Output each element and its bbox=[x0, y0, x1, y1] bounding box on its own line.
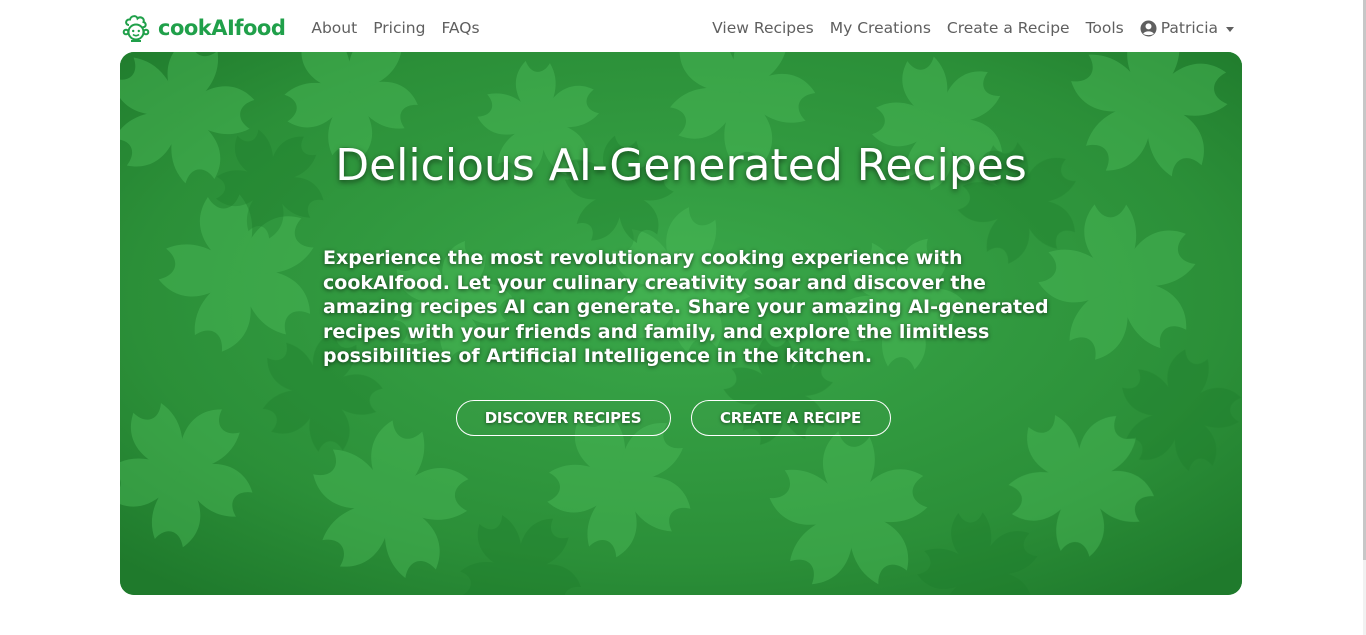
nav-right: View Recipes My Creations Create a Recip… bbox=[704, 19, 1242, 37]
user-name: Patricia bbox=[1160, 19, 1218, 37]
brand-logo-link[interactable]: cookAIfood bbox=[120, 12, 286, 44]
chef-hat-icon bbox=[120, 12, 152, 44]
hero-description: Experience the most revolutionary cookin… bbox=[323, 247, 1049, 367]
hero-buttons: DISCOVER RECIPES CREATE A RECIPE bbox=[120, 400, 1242, 436]
nav-link-my-creations[interactable]: My Creations bbox=[822, 19, 939, 37]
nav-link-create-recipe[interactable]: Create a Recipe bbox=[939, 19, 1078, 37]
nav-link-view-recipes[interactable]: View Recipes bbox=[704, 19, 822, 37]
hero-title: Delicious AI-Generated Recipes bbox=[335, 140, 1027, 191]
user-menu-dropdown[interactable]: Patricia bbox=[1132, 19, 1242, 37]
navbar: cookAIfood About Pricing FAQs View Recip… bbox=[120, 8, 1242, 48]
nav-left: About Pricing FAQs bbox=[303, 19, 487, 37]
nav-link-about[interactable]: About bbox=[303, 19, 365, 37]
create-recipe-button[interactable]: CREATE A RECIPE bbox=[690, 400, 891, 436]
chevron-down-icon bbox=[1226, 26, 1234, 32]
discover-recipes-button[interactable]: DISCOVER RECIPES bbox=[455, 400, 671, 436]
nav-link-pricing[interactable]: Pricing bbox=[365, 19, 433, 37]
nav-link-tools[interactable]: Tools bbox=[1078, 19, 1132, 37]
hero-content: Delicious AI-Generated Recipes Experienc… bbox=[120, 52, 1242, 595]
page: cookAIfood About Pricing FAQs View Recip… bbox=[0, 0, 1366, 635]
hero-section: Delicious AI-Generated Recipes Experienc… bbox=[120, 52, 1242, 595]
brand-name: cookAIfood bbox=[158, 16, 286, 40]
user-circle-icon bbox=[1140, 20, 1157, 37]
nav-link-faqs[interactable]: FAQs bbox=[433, 19, 487, 37]
